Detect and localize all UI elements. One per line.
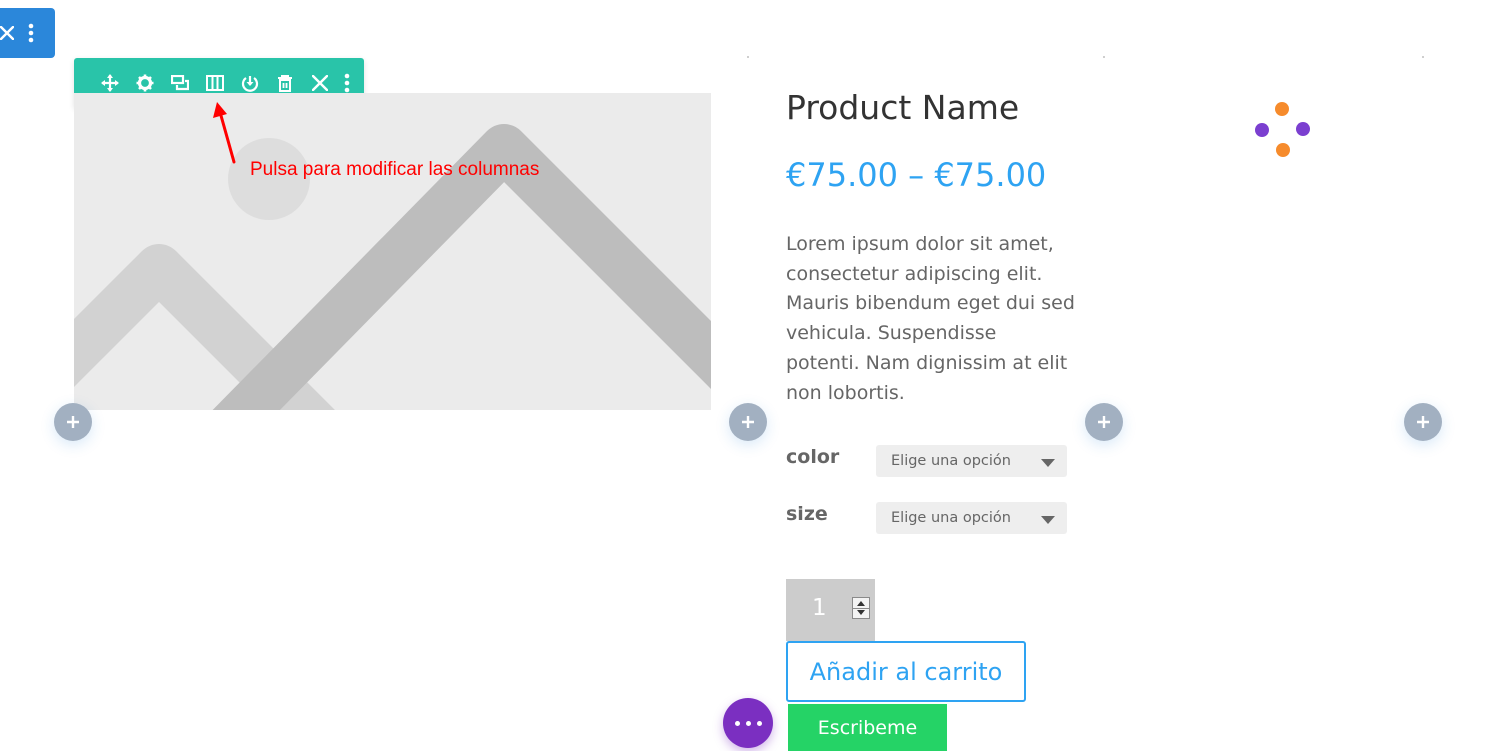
product-price: €75.00 – €75.00: [786, 156, 1047, 194]
section-settings-bar: [0, 8, 55, 58]
more-vertical-icon: [344, 73, 350, 93]
close-icon[interactable]: [0, 26, 14, 40]
columns-icon: [205, 75, 224, 91]
attribute-label-size: size: [786, 503, 828, 525]
color-select-value: Elige una opción: [891, 453, 1011, 469]
product-description: Lorem ipsum dolor sit amet, consectetur …: [786, 233, 1075, 404]
arrow-down-icon[interactable]: [857, 610, 865, 615]
add-module-button[interactable]: [1085, 403, 1123, 441]
duplicate-icon: [170, 75, 189, 91]
size-select-value: Elige una opción: [891, 510, 1011, 526]
product-title: Product Name: [786, 88, 1020, 127]
add-module-button[interactable]: [729, 403, 767, 441]
quantity-stepper[interactable]: 1: [786, 579, 875, 641]
trash-icon: [277, 74, 292, 92]
save-icon: [241, 76, 258, 92]
move-icon: [100, 74, 119, 92]
chevron-down-icon: [1041, 516, 1055, 524]
add-to-cart-button[interactable]: Añadir al carrito: [786, 641, 1026, 702]
add-module-button[interactable]: [1404, 403, 1442, 441]
more-vertical-icon[interactable]: [28, 23, 34, 43]
arrow-up-icon[interactable]: [857, 601, 865, 606]
add-module-button[interactable]: [54, 403, 92, 441]
page-settings-fab[interactable]: [723, 698, 773, 748]
more-horizontal-icon: [734, 720, 740, 726]
image-placeholder-icon: [74, 124, 711, 410]
column-divider-mark: [747, 56, 749, 58]
quantity-value: 1: [812, 595, 827, 621]
plus-icon: [67, 416, 79, 428]
color-select[interactable]: Elige una opción: [876, 445, 1067, 477]
gear-icon: [136, 74, 153, 92]
close-icon: [311, 75, 328, 91]
plus-icon: [742, 416, 754, 428]
column-divider-mark: [1103, 56, 1105, 58]
product-image-placeholder[interactable]: [74, 93, 711, 410]
quantity-spinner[interactable]: [852, 597, 870, 619]
column-divider-mark: [1422, 56, 1424, 58]
plus-icon: [1417, 416, 1429, 428]
whatsapp-button[interactable]: Escribeme: [788, 704, 947, 751]
attribute-label-color: color: [786, 446, 840, 468]
size-select[interactable]: Elige una opción: [876, 502, 1067, 534]
loading-dots-icon: [1253, 100, 1313, 160]
annotation-text: Pulsa para modificar las columnas: [250, 159, 540, 180]
annotation-arrow-icon: [213, 102, 236, 164]
plus-icon: [1098, 416, 1110, 428]
chevron-down-icon: [1041, 459, 1055, 467]
